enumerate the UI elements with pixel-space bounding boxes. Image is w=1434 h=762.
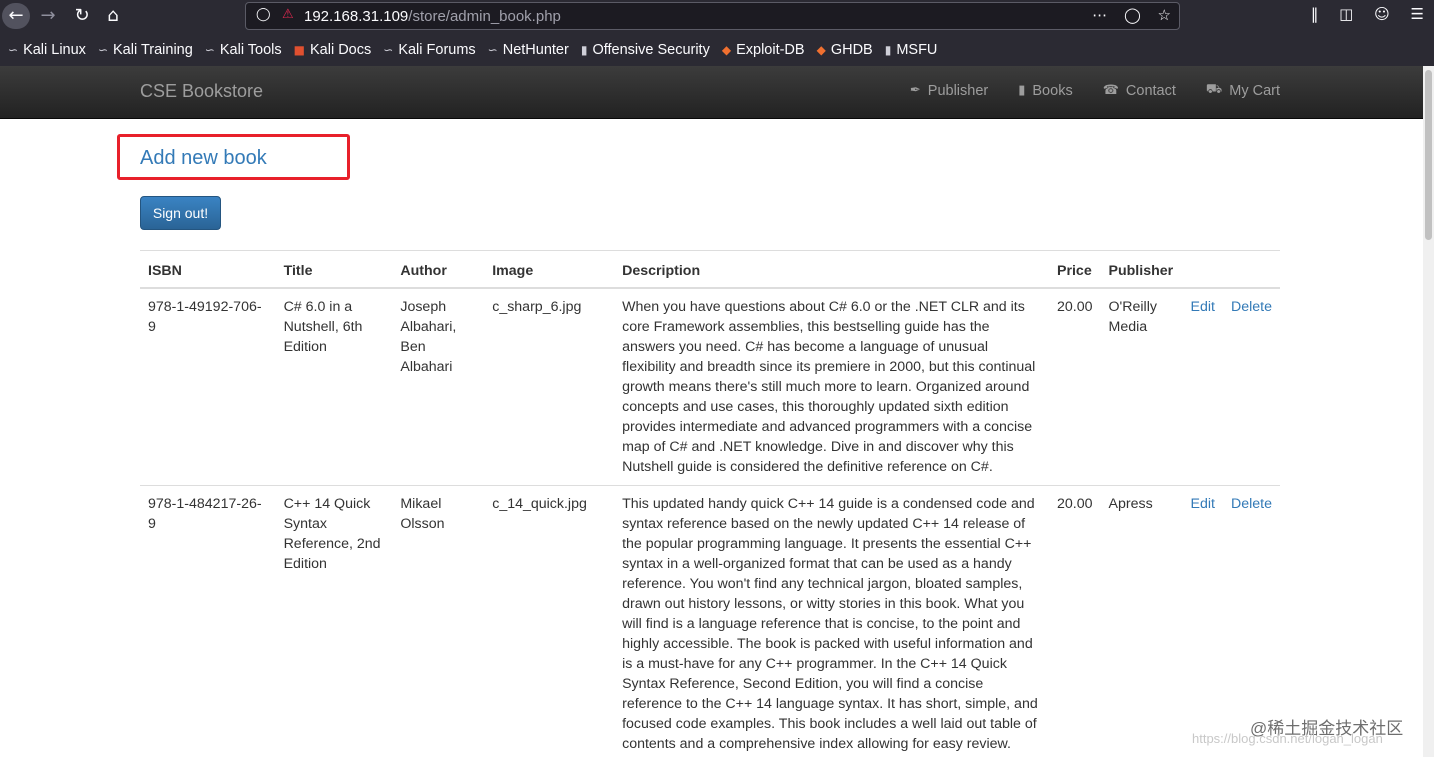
header-description: Description — [614, 250, 1049, 289]
cell-image: c_14_quick.jpg — [484, 484, 615, 762]
back-arrow-icon[interactable]: ← — [2, 3, 30, 29]
kali-dragon-icon: ∽ — [383, 42, 394, 57]
bookmark-exploit-db[interactable]: ◆ Exploit-DB — [722, 42, 805, 58]
header-price: Price — [1049, 250, 1101, 289]
insecure-lock-icon[interactable]: ⚠ — [282, 7, 294, 22]
table-row: 978-1-484217-26-9 C++ 14 Quick Syntax Re… — [140, 484, 1280, 762]
cell-title: C++ 14 Quick Syntax Reference, 2nd Editi… — [275, 484, 393, 762]
account-icon[interactable]: ☺ — [1374, 5, 1390, 23]
cart-icon: ⛟ — [1205, 82, 1223, 97]
edit-link[interactable]: Edit — [1191, 299, 1215, 315]
cell-isbn: 978-1-484217-26-9 — [140, 484, 276, 762]
delete-link[interactable]: Delete — [1231, 299, 1272, 315]
cell-price: 20.00 — [1049, 287, 1101, 485]
offsec-icon: ▮ — [580, 42, 588, 57]
nav-books[interactable]: ▮ Books — [1018, 82, 1072, 99]
watermark-url: https://blog.csdn.net/logan_logan — [1192, 731, 1383, 746]
scrollbar-thumb[interactable] — [1425, 70, 1432, 240]
table-row: 978-1-49192-706-9 C# 6.0 in a Nutshell, … — [140, 287, 1280, 485]
nav-my-cart[interactable]: ⛟ My Cart — [1206, 82, 1280, 99]
header-image: Image — [484, 250, 615, 289]
brand-link[interactable]: CSE Bookstore — [140, 81, 263, 102]
kali-dragon-icon: ∽ — [8, 42, 19, 57]
cell-description: This updated handy quick C++ 14 guide is… — [614, 484, 1049, 762]
phone-icon: ☎ — [1102, 83, 1119, 98]
forward-arrow-icon[interactable]: → — [34, 3, 62, 29]
cell-author: Mikael Olsson — [392, 484, 485, 762]
paperclip-icon: ✒ — [909, 83, 921, 98]
cell-title: C# 6.0 in a Nutshell, 6th Edition — [275, 287, 393, 485]
pocket-icon[interactable]: ◯ — [1124, 6, 1141, 24]
bookmark-kali-tools[interactable]: ∽ Kali Tools — [205, 42, 282, 58]
ghdb-icon: ◆ — [816, 42, 826, 57]
bookmark-nethunter[interactable]: ∽ NetHunter — [488, 42, 569, 58]
nav-publisher[interactable]: ✒ Publisher — [910, 82, 988, 99]
docs-icon: ■ — [293, 42, 305, 57]
bookmark-msfu[interactable]: ▮ MSFU — [885, 42, 938, 58]
table-header-row: ISBN Title Author Image Description Pric… — [140, 250, 1280, 289]
page-scrollbar[interactable] — [1423, 66, 1434, 757]
cell-price: 20.00 — [1049, 484, 1101, 762]
sign-out-button[interactable]: Sign out! — [140, 196, 221, 230]
url-host: 192.168.31.109 — [304, 8, 409, 25]
exploit-db-icon: ◆ — [721, 42, 732, 57]
menu-icon[interactable]: ☰ — [1411, 5, 1424, 23]
reload-icon[interactable]: ↻ — [68, 3, 96, 29]
sidebar-icon[interactable]: ◫ — [1339, 5, 1353, 23]
book-icon: ▮ — [1018, 83, 1026, 98]
more-actions-icon[interactable]: ⋯ — [1092, 6, 1107, 24]
header-publisher: Publisher — [1100, 250, 1183, 289]
header-isbn: ISBN — [140, 250, 276, 289]
shield-icon[interactable]: ◯ — [256, 7, 271, 22]
books-table: ISBN Title Author Image Description Pric… — [140, 250, 1280, 762]
nethunter-icon: ∽ — [487, 42, 498, 57]
cell-image: c_sharp_6.jpg — [484, 287, 615, 485]
kali-dragon-icon: ∽ — [204, 42, 215, 57]
bookmark-kali-linux[interactable]: ∽ Kali Linux — [8, 42, 86, 58]
msfu-icon: ▮ — [884, 42, 892, 57]
bookmarks-bar: ∽ Kali Linux ∽ Kali Training ∽ Kali Tools ■… — [0, 33, 1434, 66]
url-text[interactable]: 192.168.31.109/store/admin_book.php — [304, 8, 561, 25]
cell-description: When you have questions about C# 6.0 or … — [614, 287, 1049, 485]
bookmark-kali-forums[interactable]: ∽ Kali Forums — [383, 42, 475, 58]
bookmark-ghdb[interactable]: ◆ GHDB — [817, 42, 873, 58]
nav-contact[interactable]: ☎ Contact — [1103, 82, 1176, 99]
home-icon[interactable]: ⌂ — [99, 3, 127, 29]
bookmark-kali-training[interactable]: ∽ Kali Training — [98, 42, 193, 58]
cell-publisher: Apress — [1100, 484, 1183, 762]
bookmark-offensive-security[interactable]: ▮ Offensive Security — [581, 42, 710, 58]
header-delete — [1222, 250, 1280, 289]
kali-dragon-icon: ∽ — [97, 42, 108, 57]
cell-isbn: 978-1-49192-706-9 — [140, 287, 276, 485]
cell-publisher: O'Reilly Media — [1100, 287, 1183, 485]
site-navbar: CSE Bookstore ✒ Publisher ▮ Books ☎ Contact… — [0, 66, 1423, 119]
delete-link[interactable]: Delete — [1231, 496, 1272, 512]
address-bar[interactable]: ◯ ⚠ 192.168.31.109/store/admin_book.php … — [245, 2, 1180, 30]
annotation-highlight-box — [117, 134, 350, 180]
bookmark-star-icon[interactable]: ☆ — [1158, 6, 1171, 24]
browser-toolbar: ← → ↻ ⌂ ◯ ⚠ 192.168.31.109/store/admin_b… — [0, 0, 1434, 33]
cell-author: Joseph Albahari, Ben Albahari — [392, 287, 485, 485]
edit-link[interactable]: Edit — [1191, 496, 1215, 512]
library-icon[interactable]: ‖ — [1311, 5, 1319, 23]
header-edit — [1182, 250, 1223, 289]
header-author: Author — [392, 250, 485, 289]
url-path: /store/admin_book.php — [408, 8, 561, 25]
header-title: Title — [275, 250, 393, 289]
bookmark-kali-docs[interactable]: ■ Kali Docs — [294, 42, 372, 58]
